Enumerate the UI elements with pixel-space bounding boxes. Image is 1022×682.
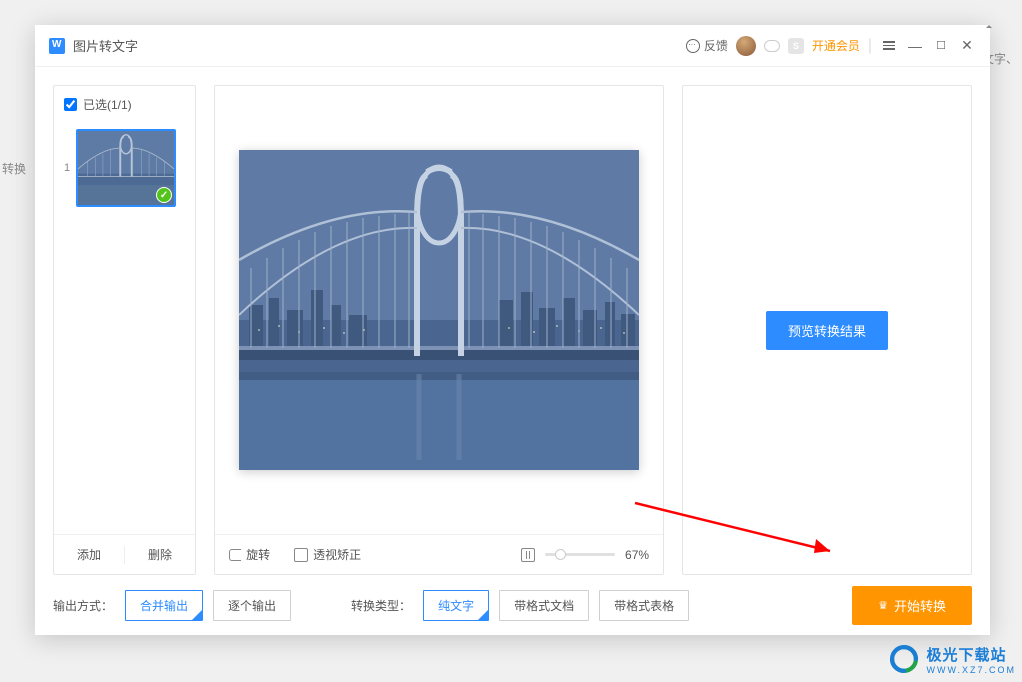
separator: | [868,37,872,55]
main-body: 已选(1/1) 1 [35,67,990,575]
image-canvas[interactable] [215,86,663,534]
select-all-checkbox[interactable] [64,98,77,111]
check-icon: ✓ [156,187,172,203]
cloud-icon[interactable] [764,40,780,52]
watermark: 极光下载站 WWW.XZ7.COM [887,642,1017,676]
crown-icon: ♛ [878,599,888,612]
thumbnail-panel: 已选(1/1) 1 [53,85,196,575]
background-text: 转换 [2,160,26,177]
perspective-label: 透视矫正 [313,546,361,563]
preview-result-button[interactable]: 预览转换结果 [766,311,888,350]
thumbnail-image[interactable]: ✓ [76,129,176,207]
fit-icon[interactable] [521,548,535,562]
thumbnail-list: 1 [54,123,195,534]
thumbnail-item[interactable]: 1 [64,129,185,207]
preview-panel: 旋转 透视矫正 67% [214,85,664,575]
footer-bar: 输出方式： 合并输出 逐个输出 转换类型： 纯文字 带格式文档 带格式表格 ♛ … [35,575,990,635]
feedback-link[interactable]: 反馈 [686,37,728,54]
zoom-slider[interactable] [545,553,615,556]
plain-text-button[interactable]: 纯文字 [423,590,489,621]
maximize-button[interactable]: ☐ [932,37,950,55]
rotate-button[interactable]: 旋转 [229,546,270,563]
shield-icon[interactable]: S [788,38,804,54]
zoom-value: 67% [625,548,649,562]
avatar[interactable] [736,36,756,56]
main-image [239,150,639,470]
merge-output-button[interactable]: 合并输出 [125,590,203,621]
delete-button[interactable]: 删除 [125,535,195,574]
close-button[interactable]: ✕ [958,37,976,55]
feedback-label: 反馈 [704,37,728,54]
rotate-label: 旋转 [246,546,270,563]
perspective-button[interactable]: 透视矫正 [294,546,361,563]
minimize-button[interactable]: — [906,37,924,55]
thumbnail-actions: 添加 删除 [54,534,195,574]
watermark-logo-icon [887,642,921,676]
vip-link[interactable]: 开通会员 [812,37,860,54]
watermark-title: 极光下载站 [927,644,1017,665]
rotate-icon [229,549,241,561]
titlebar: 图片转文字 反馈 S 开通会员 | — ☐ ✕ [35,25,990,67]
slider-thumb[interactable] [555,549,566,560]
select-all-row[interactable]: 已选(1/1) [54,86,195,123]
app-logo-icon [49,38,65,54]
start-label: 开始转换 [894,596,946,615]
chat-icon [686,39,700,53]
start-convert-button[interactable]: ♛ 开始转换 [852,586,972,625]
selected-count-label: 已选(1/1) [83,96,132,113]
output-mode-label: 输出方式： [53,597,113,614]
result-panel: 预览转换结果 [682,85,972,575]
perspective-icon [294,548,308,562]
convert-type-label: 转换类型： [351,597,411,614]
thumbnail-index: 1 [64,162,70,174]
watermark-url: WWW.XZ7.COM [927,665,1017,675]
menu-button[interactable] [880,37,898,55]
each-output-button[interactable]: 逐个输出 [213,590,291,621]
add-button[interactable]: 添加 [54,535,124,574]
window-title: 图片转文字 [73,36,138,55]
formatted-doc-button[interactable]: 带格式文档 [499,590,589,621]
formatted-table-button[interactable]: 带格式表格 [599,590,689,621]
image-toolbar: 旋转 透视矫正 67% [215,534,663,574]
app-window: 图片转文字 反馈 S 开通会员 | — ☐ ✕ 已选(1/1) [35,25,990,635]
